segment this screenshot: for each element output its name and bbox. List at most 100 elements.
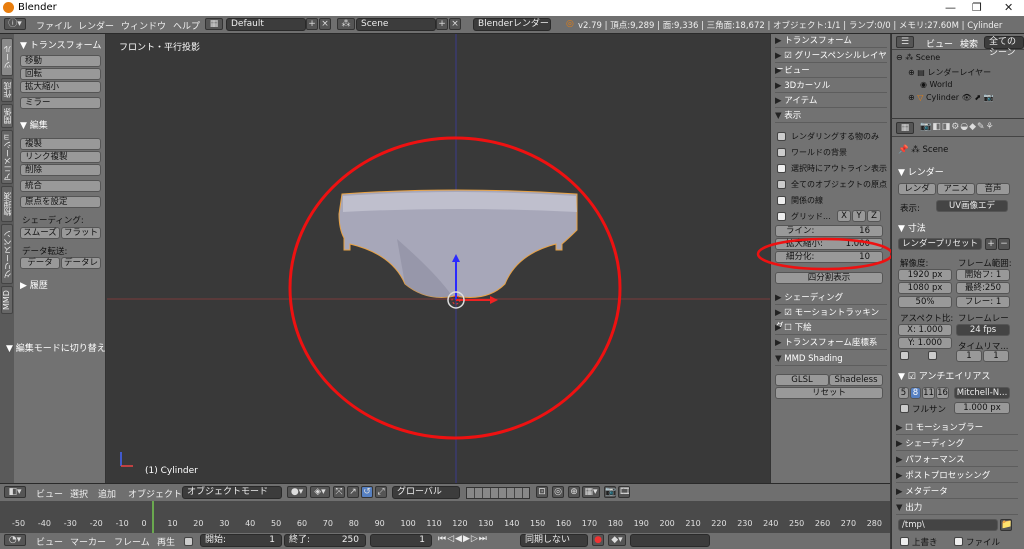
viewport-shading-icon[interactable]: ●▾ bbox=[287, 486, 307, 498]
render-only-checkbox[interactable] bbox=[777, 132, 786, 141]
object-menu[interactable]: オブジェクト bbox=[128, 487, 182, 500]
shade-flat-button[interactable]: フラット bbox=[61, 227, 101, 239]
aspect-x-field[interactable]: X: 1.000 bbox=[898, 324, 952, 336]
current-frame-field[interactable]: 1 bbox=[370, 534, 432, 547]
npanel-header-background-images[interactable]: ▶ ☐ 下絵 bbox=[775, 321, 887, 335]
proportional-edit-icon[interactable]: ◎ bbox=[552, 486, 564, 498]
layer-buttons[interactable] bbox=[466, 487, 530, 499]
screen-layout-field[interactable]: Default bbox=[226, 18, 306, 31]
npanel-header-mmd-shading[interactable]: ▼ MMD Shading bbox=[775, 352, 887, 366]
outliner-view-menu[interactable]: ビュー bbox=[926, 37, 953, 50]
npanel-header-transform-orientations[interactable]: ▶ トランスフォーム座標系 bbox=[775, 336, 887, 350]
render-animation-button[interactable]: アニメ bbox=[937, 183, 975, 195]
shadeless-button[interactable]: Shadeless bbox=[829, 374, 883, 386]
tab-create[interactable]: 作成 bbox=[1, 78, 13, 102]
tab-tools[interactable]: ツール bbox=[1, 38, 13, 76]
tab-mmd[interactable]: MMD bbox=[1, 286, 13, 314]
scale-manipulator-icon[interactable]: ⤢ bbox=[375, 486, 387, 498]
shading-panel-header[interactable]: ▶ シェーディング bbox=[896, 437, 1018, 451]
outline-selected-checkbox[interactable] bbox=[777, 164, 786, 173]
interaction-mode-select[interactable]: オブジェクトモード bbox=[182, 486, 282, 499]
timeline-view-menu[interactable]: ビュー bbox=[36, 535, 63, 548]
performance-panel-header[interactable]: ▶ パフォーマンス bbox=[896, 453, 1018, 467]
scene-icon[interactable]: ⁂ bbox=[337, 18, 355, 30]
tab-grease-pencil[interactable]: グリースペンシル bbox=[1, 224, 23, 284]
full-sample-checkbox[interactable] bbox=[900, 404, 909, 413]
duplicate-button[interactable]: 複製 bbox=[20, 138, 101, 150]
translate-button[interactable]: 移動 bbox=[20, 55, 101, 67]
time-remap-new-field[interactable]: 1 bbox=[983, 350, 1009, 362]
resolution-y-field[interactable]: 1080 px bbox=[898, 282, 952, 294]
playback-menu[interactable]: 再生 bbox=[157, 535, 175, 548]
axis-z-toggle[interactable]: Z bbox=[867, 210, 881, 222]
start-frame-field[interactable]: 開始: 1 bbox=[200, 534, 282, 547]
preview-range-checkbox[interactable] bbox=[184, 537, 193, 546]
properties-editor-icon[interactable]: ▦ bbox=[896, 122, 914, 134]
edit-panel-header[interactable]: ▼ 編集 bbox=[20, 118, 48, 131]
menu-window[interactable]: ウィンドウ bbox=[121, 19, 166, 32]
record-button-icon[interactable]: ● bbox=[592, 534, 604, 546]
snap-toggle-icon[interactable]: ⊕ bbox=[568, 486, 580, 498]
shade-smooth-button[interactable]: スムーズ bbox=[20, 227, 60, 239]
npanel-header-display[interactable]: ▼ 表示 bbox=[775, 109, 887, 123]
post-processing-panel-header[interactable]: ▶ ポストプロセッシング bbox=[896, 469, 1018, 483]
view-menu[interactable]: ビュー bbox=[36, 487, 63, 500]
scale-button[interactable]: 拡大縮小 bbox=[20, 81, 101, 93]
render-image-icon[interactable]: 📷 bbox=[604, 486, 616, 498]
npanel-header-item[interactable]: ▶ アイテム bbox=[775, 94, 887, 108]
add-scene-button[interactable]: + bbox=[436, 18, 448, 30]
editor-type-timeline-icon[interactable]: ◔▾ bbox=[4, 534, 26, 546]
antialiasing-panel-header[interactable]: ▼ ☑ アンチエイリアス bbox=[898, 369, 990, 382]
output-panel-header[interactable]: ▼ 出力 bbox=[896, 501, 1018, 515]
npanel-header-view[interactable]: ▶ ビュー bbox=[775, 64, 887, 78]
frame-end-field[interactable]: 最終:250 bbox=[956, 282, 1010, 294]
remove-preset-button[interactable]: − bbox=[998, 238, 1010, 250]
transform-orientation-select[interactable]: グローバル bbox=[392, 486, 460, 499]
aa-samples-8[interactable]: 8 bbox=[910, 387, 921, 399]
snap-element-icon[interactable]: ▦▾ bbox=[582, 486, 600, 498]
add-menu[interactable]: 追加 bbox=[98, 487, 116, 500]
dimensions-panel-header[interactable]: ▼ 寸法 bbox=[898, 221, 926, 234]
set-origin-select[interactable]: 原点を設定 bbox=[20, 196, 101, 208]
display-mode-select[interactable]: UV画像エデ bbox=[936, 200, 1008, 212]
outliner-search-menu[interactable]: 検索 bbox=[960, 37, 978, 50]
maximize-icon[interactable]: ❐ bbox=[972, 1, 982, 14]
frame-menu[interactable]: フレーム bbox=[114, 535, 150, 548]
current-frame-indicator[interactable] bbox=[152, 501, 154, 533]
3d-viewport[interactable]: フロント・平行投影 (1) Cylinder bbox=[107, 34, 770, 483]
mmd-reset-button[interactable]: リセット bbox=[775, 387, 883, 399]
transform-panel-header[interactable]: ▼ トランスフォーム bbox=[20, 38, 101, 51]
properties-context-icons[interactable]: 📷◧◨⚙◒◆✎⚘ bbox=[920, 122, 995, 132]
mirror-button[interactable]: ミラー bbox=[20, 97, 101, 109]
axis-y-toggle[interactable]: Y bbox=[852, 210, 866, 222]
outliner-cylinder-item[interactable]: ⊕ ▽ Cylinder 👁 ⬈ 📷 bbox=[908, 93, 994, 102]
rotate-button[interactable]: 回転 bbox=[20, 68, 101, 80]
end-frame-field[interactable]: 終了: 250 bbox=[284, 534, 366, 547]
outliner-scene-item[interactable]: ⊖ ⁂ Scene bbox=[896, 53, 940, 62]
glsl-button[interactable]: GLSL bbox=[775, 374, 829, 386]
grid-floor-checkbox[interactable] bbox=[777, 212, 786, 221]
output-path-field[interactable]: /tmp\ bbox=[898, 519, 998, 531]
render-anim-icon[interactable]: 🎞 bbox=[618, 486, 630, 498]
all-origins-checkbox[interactable] bbox=[777, 180, 786, 189]
filter-size-field[interactable]: 1.000 px bbox=[954, 402, 1010, 414]
render-engine-select[interactable]: Blenderレンダー bbox=[473, 18, 551, 31]
data-transfer-layout-button[interactable]: データレ bbox=[61, 257, 101, 269]
editor-type-info-button[interactable]: ⓘ▾ bbox=[4, 18, 26, 30]
aa-samples-11[interactable]: 11 bbox=[922, 387, 935, 399]
select-menu[interactable]: 選択 bbox=[70, 487, 88, 500]
npanel-header-transform[interactable]: ▶ トランスフォーム bbox=[775, 34, 887, 48]
translate-manipulator-icon[interactable]: ↗ bbox=[347, 486, 359, 498]
quad-view-button[interactable]: 四分割表示 bbox=[775, 272, 883, 284]
aa-samples-16[interactable]: 16 bbox=[936, 387, 949, 399]
manipulator-toggle-icon[interactable]: ⤧ bbox=[333, 486, 345, 498]
frame-start-field[interactable]: 開始フ: 1 bbox=[956, 269, 1010, 281]
keying-icon[interactable]: ◆▾ bbox=[608, 534, 626, 546]
metadata-panel-header[interactable]: ▶ メタデータ bbox=[896, 485, 1018, 499]
border-checkbox[interactable] bbox=[900, 351, 909, 360]
sync-mode-select[interactable]: 同期しない bbox=[520, 534, 588, 547]
add-preset-button[interactable]: + bbox=[985, 238, 997, 250]
rotate-manipulator-icon[interactable]: ↺ bbox=[361, 486, 373, 498]
menu-help[interactable]: ヘルプ bbox=[173, 19, 200, 32]
tab-animation[interactable]: アニメーション bbox=[1, 130, 23, 184]
